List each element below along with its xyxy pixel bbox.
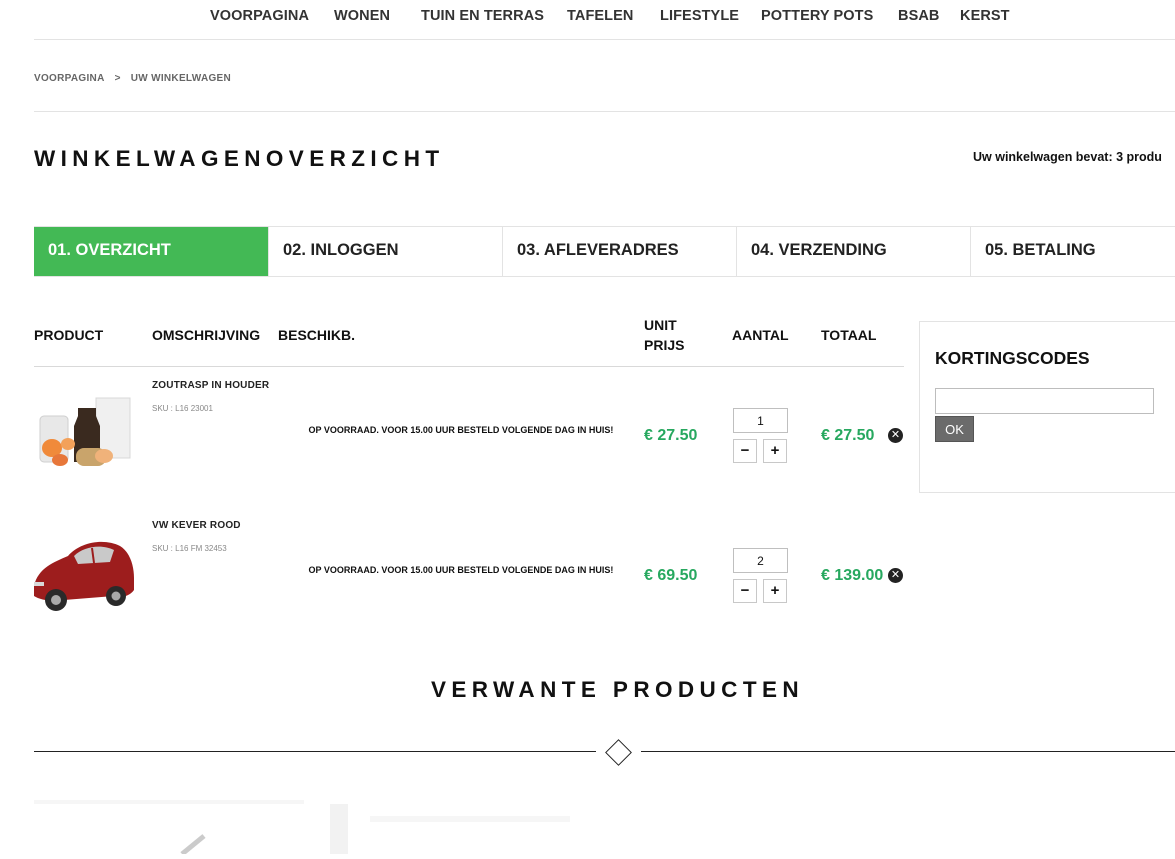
step-betaling[interactable]: 05. BETALING (970, 227, 1175, 276)
product-image-salt-grater[interactable] (34, 386, 136, 488)
header-quantity: AANTAL (732, 327, 789, 343)
step-overzicht[interactable]: 01. OVERZICHT (34, 227, 268, 276)
breadcrumb-home[interactable]: VOORPAGINA (34, 73, 105, 84)
cart-count-text: Uw winkelwagen bevat: 3 produ (973, 150, 1162, 164)
page-title: WINKELWAGENOVERZICHT (34, 146, 445, 171)
row-total: € 139.00 (821, 567, 884, 584)
coupon-box: KORTINGSCODES OK (919, 321, 1175, 493)
row-total: € 27.50 (821, 427, 875, 444)
coupon-title: KORTINGSCODES (935, 348, 1090, 368)
nav-item-bsab[interactable]: BSAB (898, 8, 940, 24)
checkout-steps: 01. OVERZICHT 02. INLOGGEN 03. AFLEVERAD… (34, 226, 1175, 277)
header-availability: BESCHIKB. (278, 327, 356, 343)
nav-item-voorpagina[interactable]: VOORPAGINA (210, 8, 309, 24)
nav-item-tuin-en-terras[interactable]: TUIN EN TERRAS (421, 8, 544, 24)
breadcrumb-divider (34, 111, 1175, 112)
product-name[interactable]: VW KEVER ROOD (152, 520, 241, 531)
quantity-input[interactable] (733, 548, 788, 573)
breadcrumb-current: UW WINKELWAGEN (130, 73, 232, 84)
related-product-image[interactable] (330, 796, 600, 854)
product-name[interactable]: ZOUTRASP IN HOUDER (152, 380, 269, 391)
remove-item-icon[interactable]: ✕ (888, 428, 903, 443)
nav-item-wonen[interactable]: WONEN (334, 8, 390, 24)
remove-item-icon[interactable]: ✕ (888, 568, 903, 583)
quantity-input[interactable] (733, 408, 788, 433)
quantity-decrease-button[interactable]: − (733, 579, 757, 603)
top-navigation: VOORPAGINA WONEN TUIN EN TERRAS TAFELEN … (0, 0, 1175, 40)
product-sku: SKU : L16 FM 32453 (152, 544, 227, 553)
product-sku: SKU : L16 23001 (152, 404, 213, 413)
header-unit-price-line2: PRIJS (644, 337, 685, 353)
nav-item-tafelen[interactable]: TAFELEN (567, 8, 633, 24)
nav-divider (34, 39, 1175, 40)
product-image-vw-beetle[interactable] (34, 526, 136, 628)
nav-item-lifestyle[interactable]: LIFESTYLE (660, 8, 739, 24)
coupon-ok-button[interactable]: OK (935, 416, 974, 442)
related-product-image[interactable] (34, 800, 304, 856)
diamond-ornament-icon (605, 739, 632, 766)
breadcrumb: VOORPAGINA > UW WINKELWAGEN (34, 73, 231, 84)
header-total: TOTAAL (821, 327, 877, 343)
unit-price: € 27.50 (644, 427, 698, 444)
quantity-decrease-button[interactable]: − (733, 439, 757, 463)
availability-text: OP VOORRAAD. VOOR 15.00 UUR BESTELD VOLG… (308, 425, 614, 435)
breadcrumb-separator: > (114, 73, 121, 84)
quantity-increase-button[interactable]: + (763, 579, 787, 603)
divider-line-right (641, 751, 1175, 752)
coupon-code-input[interactable] (935, 388, 1154, 414)
divider-line-left (34, 751, 596, 752)
related-products-title: VERWANTE PRODUCTEN (430, 677, 805, 702)
nav-item-kerst[interactable]: KERST (960, 8, 1010, 24)
header-product: PRODUCT (34, 327, 104, 343)
quantity-increase-button[interactable]: + (763, 439, 787, 463)
header-divider (34, 366, 904, 367)
unit-price: € 69.50 (644, 567, 698, 584)
availability-text: OP VOORRAAD. VOOR 15.00 UUR BESTELD VOLG… (308, 565, 614, 575)
step-verzending[interactable]: 04. VERZENDING (736, 227, 970, 276)
nav-item-pottery-pots[interactable]: POTTERY POTS (761, 8, 873, 24)
header-description: OMSCHRIJVING (152, 327, 261, 343)
header-unit-price-line1: UNIT (644, 317, 677, 333)
step-inloggen[interactable]: 02. INLOGGEN (268, 227, 502, 276)
step-afleveradres[interactable]: 03. AFLEVERADRES (502, 227, 736, 276)
